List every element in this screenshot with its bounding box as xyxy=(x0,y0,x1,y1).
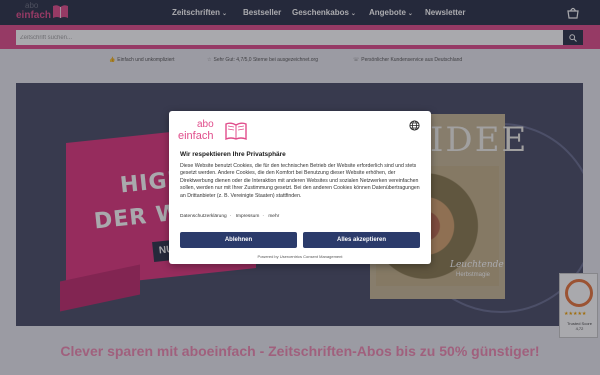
dialog-logo: abo einfach xyxy=(178,119,248,142)
privacy-policy-link[interactable]: Datenschutzerklärung xyxy=(180,214,227,219)
imprint-link[interactable]: Impressum xyxy=(236,214,260,219)
book-icon xyxy=(225,122,247,140)
deny-button[interactable]: Ablehnen xyxy=(180,232,297,248)
cookie-consent-dialog: abo einfach Wir respektieren Ihre Privat… xyxy=(169,111,431,264)
powered-by-text: Powered by Usercentrics Consent Manageme… xyxy=(257,254,343,259)
dialog-links: Datenschutzerklärung · Impressum · mehr xyxy=(180,214,280,219)
more-link[interactable]: mehr xyxy=(268,214,279,219)
language-globe-icon[interactable] xyxy=(409,120,420,131)
dialog-logo-text-abo: abo xyxy=(197,119,214,130)
dialog-body-text: Diese Website benutzt Cookies, die für d… xyxy=(180,163,420,199)
dialog-logo-text-einfach: einfach xyxy=(178,130,214,142)
dialog-title: Wir respektieren Ihre Privatsphäre xyxy=(180,151,286,158)
accept-all-button[interactable]: Alles akzeptieren xyxy=(303,232,420,248)
